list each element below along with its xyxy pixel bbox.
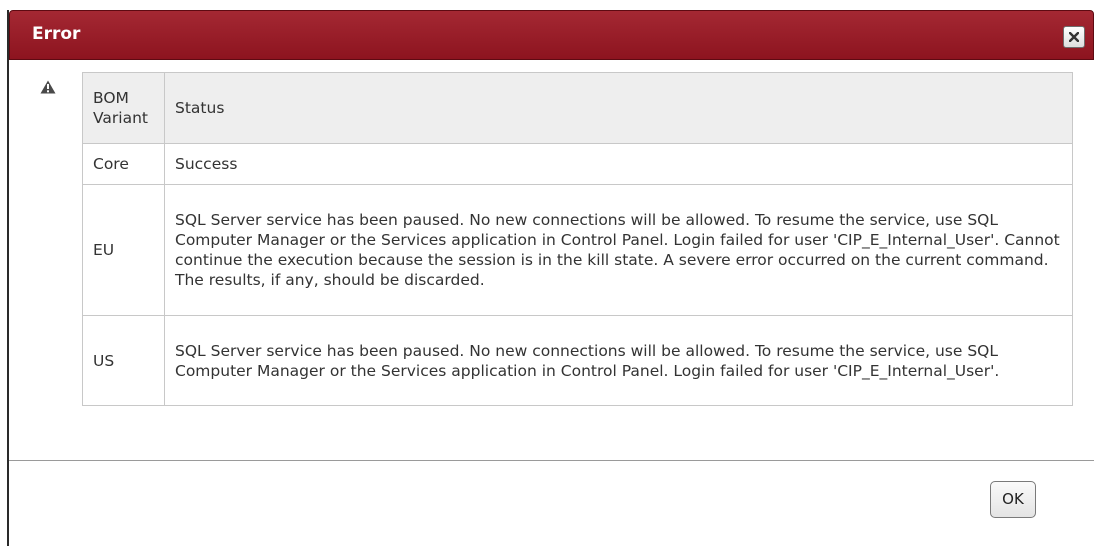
warning-icon (40, 80, 56, 94)
results-table: BOM Variant Status Core Success EU SQL S… (82, 72, 1073, 406)
footer-divider (9, 460, 1094, 461)
close-button[interactable] (1063, 26, 1085, 48)
table-row: Core Success (82, 143, 1073, 185)
cell-status: SQL Server service has been paused. No n… (164, 184, 1073, 316)
cell-status: Success (164, 143, 1073, 185)
cell-variant: US (82, 315, 165, 406)
cell-variant: EU (82, 184, 165, 316)
ok-button[interactable]: OK (990, 481, 1036, 518)
dialog-titlebar: Error (9, 10, 1094, 60)
column-header-bom-variant: BOM Variant (82, 72, 165, 144)
close-icon (1069, 32, 1079, 42)
error-dialog: Error BOM Variant Status Core Success EU (7, 10, 1094, 546)
cell-status: SQL Server service has been paused. No n… (164, 315, 1073, 406)
column-header-status: Status (164, 72, 1073, 144)
table-header-row: BOM Variant Status (82, 72, 1073, 144)
table-row: US SQL Server service has been paused. N… (82, 315, 1073, 406)
dialog-title: Error (32, 24, 81, 44)
cell-variant: Core (82, 143, 165, 185)
table-row: EU SQL Server service has been paused. N… (82, 184, 1073, 316)
